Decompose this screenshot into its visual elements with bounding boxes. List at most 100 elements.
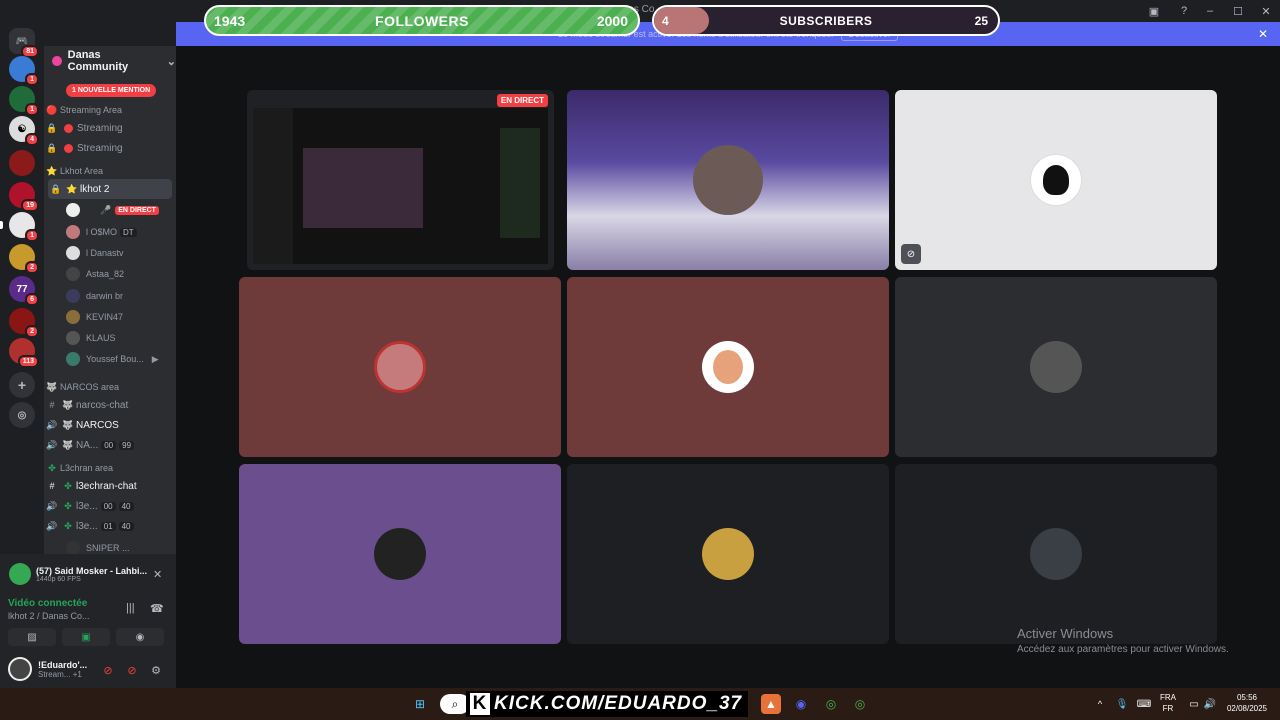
screen-share-icon: ▣: [81, 631, 91, 643]
channel-narcos-voice[interactable]: 🔊 🐺 NARCOS: [44, 415, 176, 435]
disconnect-icon[interactable]: ☎: [150, 602, 164, 615]
avatar: [1030, 154, 1082, 206]
voice-user-row[interactable]: Youssef Bou... ▶: [66, 349, 159, 369]
activity-card[interactable]: (57) Said Mosker - Lahbi... 1440p 60 FPS…: [4, 558, 170, 590]
user-name: !Eduardo'...: [38, 659, 88, 670]
channel-streaming-2[interactable]: 🔒 Streaming: [44, 138, 176, 158]
stop-stream-icon[interactable]: ✕: [153, 568, 162, 581]
clover-icon: ✤: [48, 462, 56, 473]
maximize-icon[interactable]: ☐: [1224, 0, 1252, 22]
avatar: [66, 541, 80, 554]
discord-icon[interactable]: ◉: [791, 694, 811, 714]
person-silhouette: [693, 145, 763, 215]
microphone-icon[interactable]: 🎙: [1112, 694, 1132, 714]
server-icon[interactable]: 113: [9, 338, 39, 368]
kick-logo: K: [470, 693, 490, 715]
server-icon[interactable]: [9, 150, 35, 176]
activity-subtitle: 1440p 60 FPS: [36, 575, 81, 583]
participant-tile[interactable]: [239, 277, 561, 457]
voice-user-row[interactable]: KLAUS: [66, 328, 116, 348]
chrome-icon[interactable]: ◎: [850, 694, 870, 714]
app-icon[interactable]: ▲: [761, 694, 781, 714]
new-mention-pill[interactable]: 1 NOUVELLE MENTION: [66, 84, 157, 97]
category-l3chran[interactable]: ✤ L3chran area: [44, 458, 176, 478]
avatar: [66, 289, 80, 303]
participant-tile[interactable]: [567, 464, 889, 644]
hashtag-icon: #: [49, 400, 55, 410]
settings-gear-icon[interactable]: ⚙: [148, 662, 164, 678]
activities-button[interactable]: ◉: [116, 628, 164, 646]
voice-connection: Vidéo connectée lkhot 2 / Danas Co...: [8, 598, 90, 621]
explore-icon[interactable]: ◎: [9, 402, 35, 428]
channel-l3echran-chat[interactable]: # ✤ l3echran-chat: [44, 476, 176, 496]
screen-share-tile[interactable]: EN DIRECT: [247, 90, 554, 270]
channel-l3e-1[interactable]: 🔊 ✤ l3e... 00 40: [44, 496, 176, 516]
clock[interactable]: 05:56 02/08/2025: [1222, 692, 1272, 714]
voice-user-row[interactable]: 🎤 EN DIRECT: [66, 200, 159, 220]
keyboard-icon[interactable]: ⌨: [1134, 694, 1154, 714]
participant-tile[interactable]: [895, 464, 1217, 644]
avatar: [374, 341, 426, 393]
avatar[interactable]: [8, 657, 32, 681]
noise-suppression-icon[interactable]: |||: [126, 602, 135, 614]
participant-tile[interactable]: ⊘: [895, 90, 1217, 270]
channel-l3e-2[interactable]: 🔊 ✤ l3e... 01 40: [44, 516, 176, 536]
minimize-icon[interactable]: –: [1196, 0, 1224, 22]
speaker-icon: 🔊: [46, 419, 58, 430]
deafen-icon[interactable]: ⊘: [124, 662, 140, 678]
server-icon[interactable]: 2: [9, 244, 39, 274]
mute-mic-icon[interactable]: ⊘: [100, 662, 116, 678]
video-stage: EN DIRECT ⊘: [176, 46, 1280, 688]
category-streaming[interactable]: 🔴 Streaming Area: [44, 100, 176, 120]
server-icon[interactable]: 1: [9, 56, 39, 86]
server-icon[interactable]: 1: [9, 86, 39, 116]
kick-url-overlay: K KICK.COM/EDUARDO_37: [466, 691, 749, 717]
category-lkhot[interactable]: ⭐ Lkhot Area: [44, 161, 176, 181]
voice-user-row[interactable]: darwin br: [66, 286, 123, 306]
voice-status: Vidéo connectée: [8, 598, 88, 609]
live-dot-icon: [64, 143, 73, 153]
server-header[interactable]: Danas Community ⌄: [44, 46, 176, 76]
server-icon[interactable]: 19: [9, 182, 39, 212]
toggle-camera-button[interactable]: ▨: [8, 628, 56, 646]
inbox-icon[interactable]: ▣: [1146, 3, 1162, 19]
add-server-icon[interactable]: +: [9, 372, 35, 398]
participant-tile[interactable]: [567, 277, 889, 457]
help-icon[interactable]: ?: [1176, 3, 1192, 19]
voice-user-row[interactable]: l Danastv: [66, 243, 124, 263]
channel-lkhot-2[interactable]: 🔒 ⭐ lkhot 2: [48, 179, 172, 199]
category-narcos[interactable]: 🐺 NARCOS area: [44, 377, 176, 397]
participant-tile[interactable]: [895, 277, 1217, 457]
window-controls: – ☐ ✕: [1196, 0, 1280, 22]
channel-narcos-chat[interactable]: # 🐺 narcos-chat: [44, 395, 176, 415]
user-panel: !Eduardo'... Stream... +1 ⊘ ⊘ ⚙: [0, 650, 176, 688]
voice-user-row[interactable]: Astaa_82: [66, 264, 124, 284]
windows-start-icon[interactable]: ⊞: [410, 694, 430, 714]
share-screen-button[interactable]: ▣: [62, 628, 110, 646]
star-icon: ⭐: [46, 165, 58, 176]
channel-narcos-voice-2[interactable]: 🔊 🐺 NA... 00 99: [44, 435, 176, 455]
language-indicator[interactable]: FRA FR: [1160, 692, 1176, 714]
discord-home-icon[interactable]: 🎮 81: [9, 28, 39, 58]
voice-user-row[interactable]: SNIPER ...: [66, 538, 130, 554]
voice-channel[interactable]: lkhot 2 / Danas Co...: [8, 611, 90, 621]
voice-user-row[interactable]: l O$MO DT: [66, 222, 137, 242]
webcam-tile[interactable]: [567, 90, 889, 270]
server-icon[interactable]: 1: [0, 212, 39, 242]
close-icon[interactable]: ✕: [1252, 0, 1280, 22]
server-icon[interactable]: ☯ 4: [9, 116, 39, 146]
avatar: [66, 331, 80, 345]
volume-icon[interactable]: 🔊: [1200, 694, 1220, 714]
chrome-icon[interactable]: ◎: [821, 694, 841, 714]
tray-chevron-icon[interactable]: ^: [1090, 694, 1110, 714]
avatar: [66, 246, 80, 260]
server-badge-icon: [52, 56, 62, 66]
live-dot-icon: [64, 123, 73, 133]
avatar: [1030, 341, 1082, 393]
server-icon[interactable]: 2: [9, 308, 39, 338]
channel-streaming-1[interactable]: 🔒 Streaming: [44, 118, 176, 138]
banner-close-icon[interactable]: ✕: [1258, 27, 1268, 41]
voice-user-row[interactable]: KEVIN47: [66, 307, 123, 327]
server-icon[interactable]: 77 6: [9, 276, 39, 306]
participant-tile[interactable]: [239, 464, 561, 644]
